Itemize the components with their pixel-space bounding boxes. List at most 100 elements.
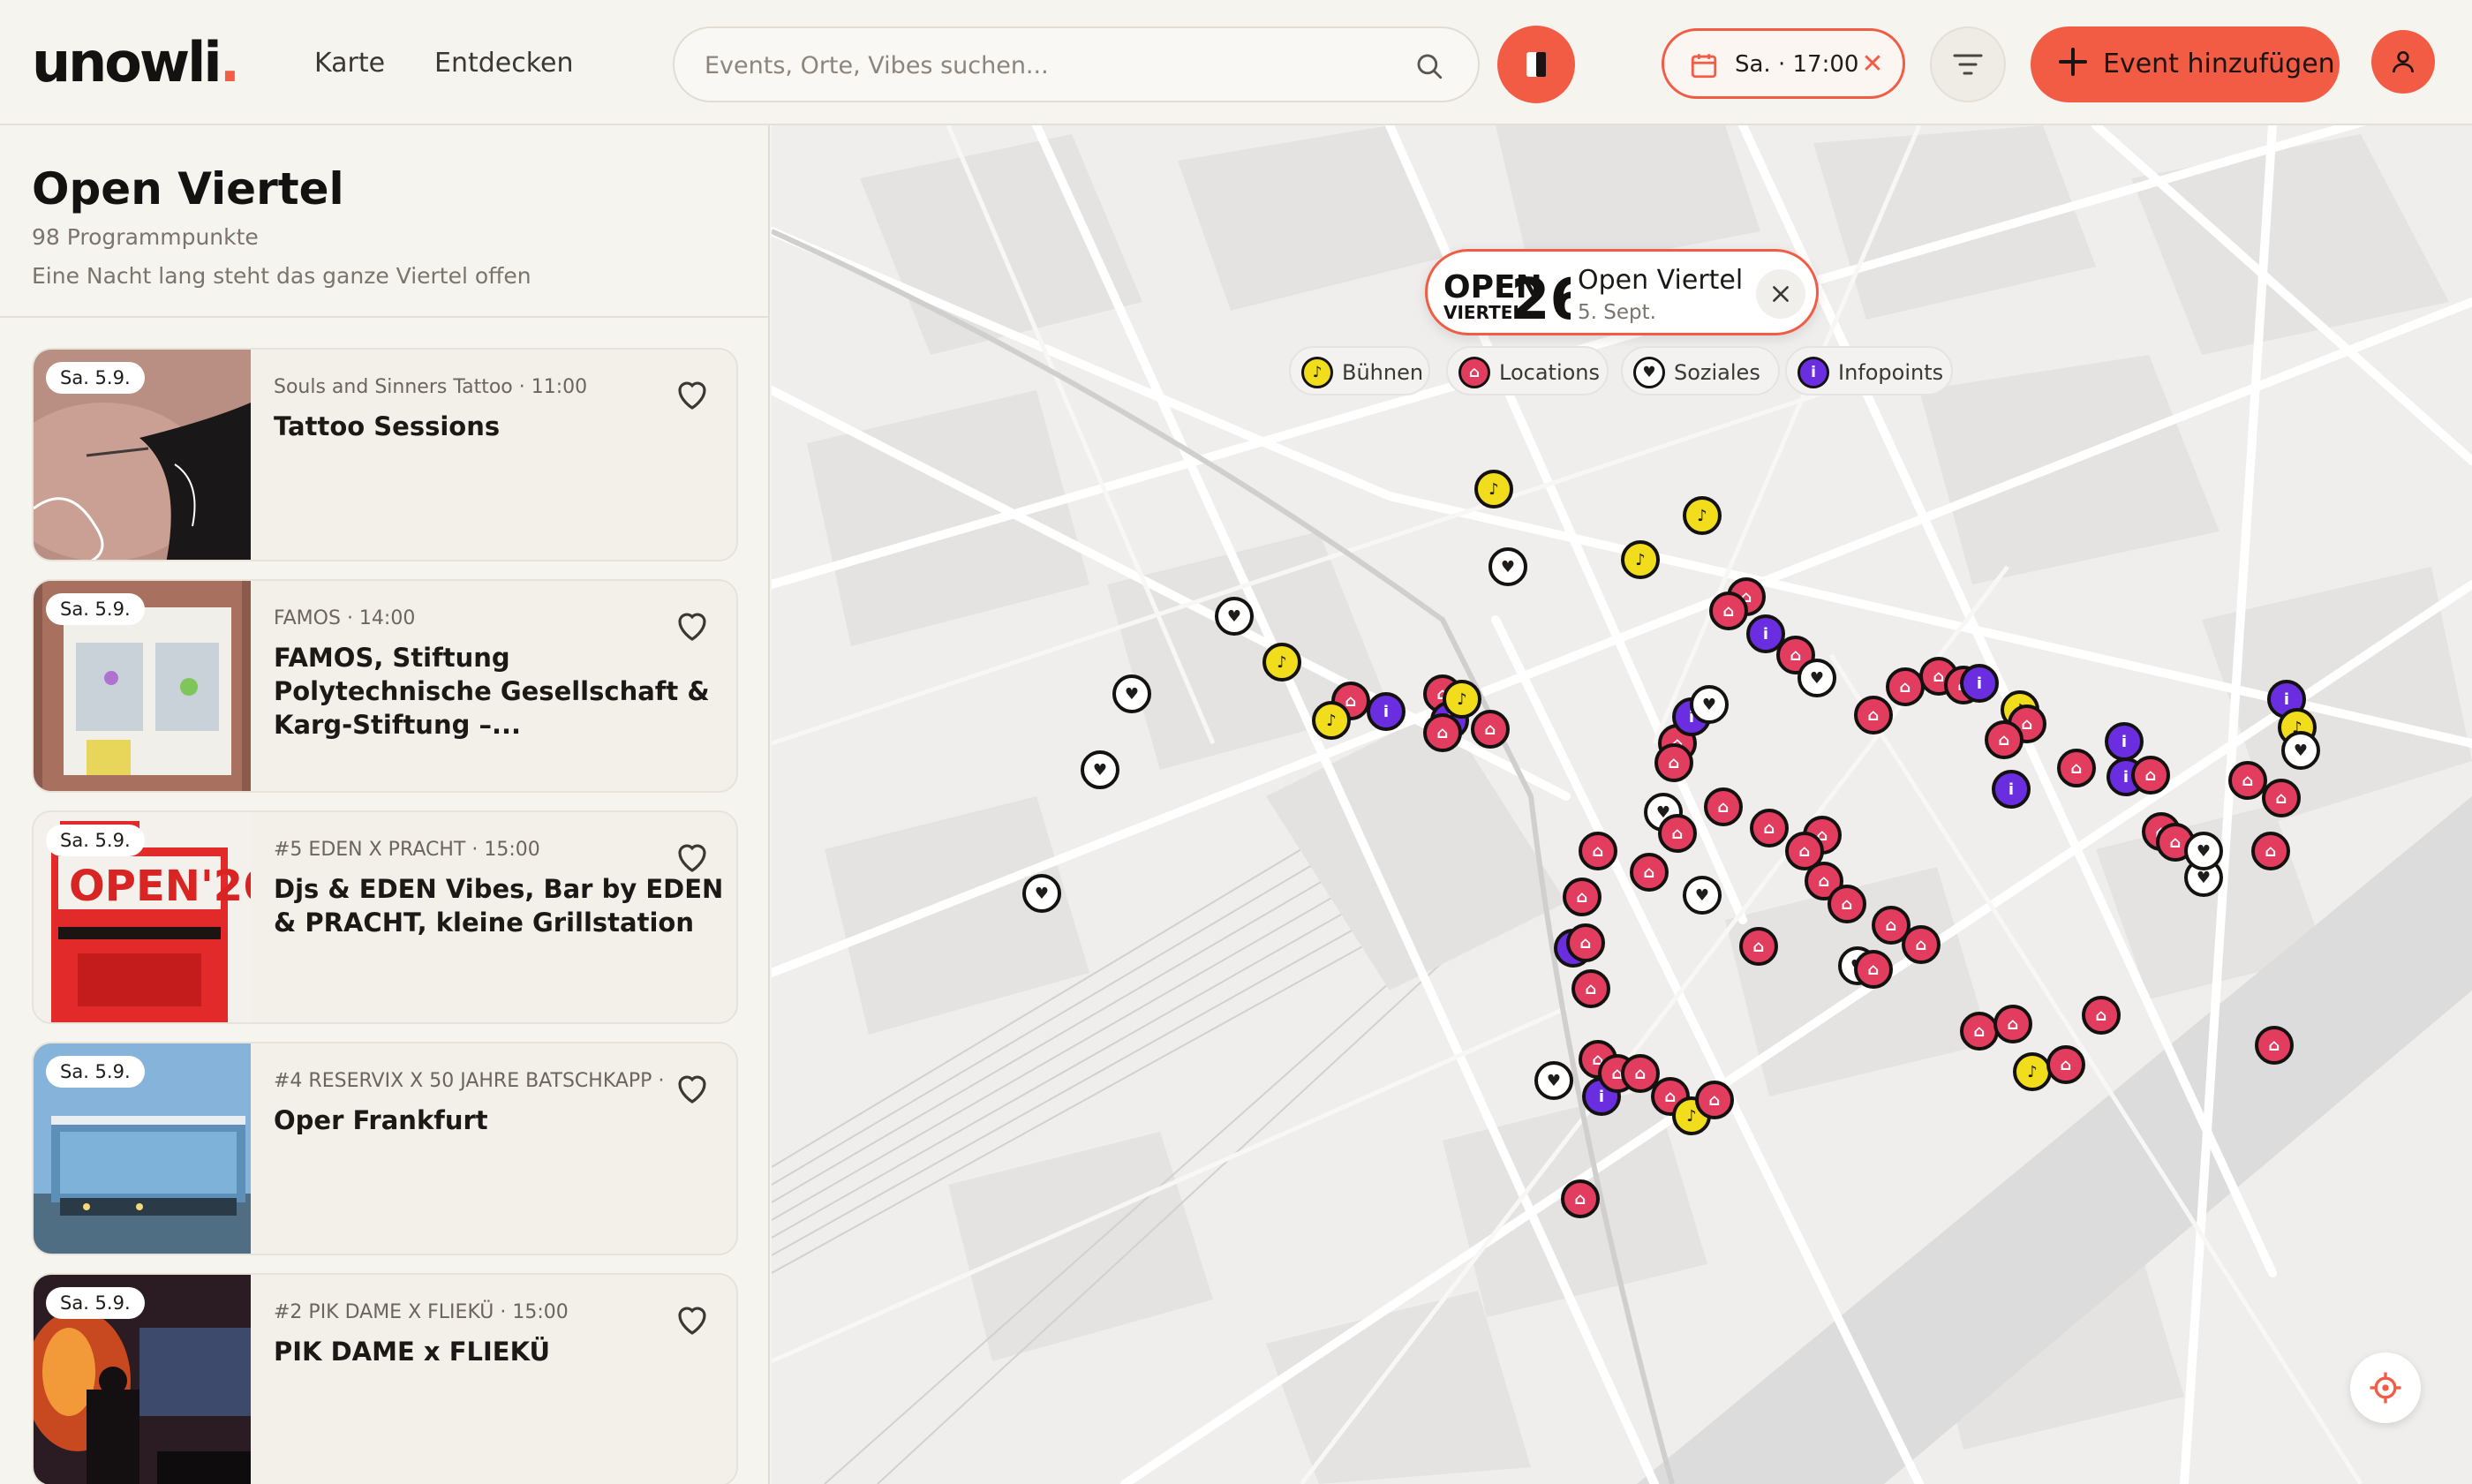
date-filter-chip[interactable]: Sa. · 17:00 ✕ <box>1662 28 1905 99</box>
location-marker[interactable]: ⌂ <box>1854 950 1893 989</box>
map-view[interactable]: ♪ ♪ ⌂ ⌂ i ⌂ ♥ ⌂ ⌂ ⌂ ⌂ i ♪ ⌂ ⌂ i ⌂ i ♪ ♥ … <box>772 125 2472 1484</box>
location-marker[interactable]: ⌂ <box>1695 1081 1734 1119</box>
location-marker[interactable]: ⌂ <box>2255 1026 2294 1065</box>
event-card[interactable]: OPEN'26 Sa. 5.9. #5 EDEN X PRACHT · 15:0… <box>32 810 738 1024</box>
stage-marker[interactable]: ♪ <box>2013 1052 2052 1091</box>
location-marker[interactable]: ⌂ <box>1471 710 1510 749</box>
location-marker[interactable]: ⌂ <box>1985 720 2024 759</box>
location-marker[interactable]: ⌂ <box>2251 832 2290 870</box>
location-marker[interactable]: ⌂ <box>1630 853 1669 892</box>
legend-buehnen[interactable]: ♪ Bühnen <box>1289 346 1430 395</box>
stage-marker[interactable]: ♪ <box>1262 643 1301 682</box>
user-account-button[interactable] <box>2371 30 2435 94</box>
social-marker[interactable]: ♥ <box>1112 674 1151 713</box>
panel-description: Eine Nacht lang steht das ganze Viertel … <box>32 263 531 289</box>
event-overlay-card[interactable]: OPEN VIERTEL 26 Open Viertel 5. Sept. <box>1425 249 1819 335</box>
social-marker[interactable]: ♥ <box>1534 1061 1573 1100</box>
heart-icon[interactable] <box>671 1298 713 1340</box>
infopoint-marker[interactable]: i <box>2105 722 2144 761</box>
date-badge: Sa. 5.9. <box>46 1056 145 1088</box>
infopoint-marker[interactable]: i <box>1367 692 1406 731</box>
toggle-icon <box>1526 52 1546 77</box>
location-marker[interactable]: ⌂ <box>2262 779 2301 817</box>
social-marker[interactable]: ♥ <box>1022 874 1061 913</box>
social-marker[interactable]: ♥ <box>1488 547 1527 586</box>
location-marker[interactable]: ⌂ <box>1828 885 1866 923</box>
event-meta: FAMOS · 14:00 <box>274 607 416 629</box>
social-marker[interactable]: ♥ <box>1683 876 1722 915</box>
stage-marker[interactable]: ♪ <box>1312 701 1351 740</box>
location-marker[interactable]: ⌂ <box>2046 1045 2085 1084</box>
location-marker[interactable]: ⌂ <box>1750 809 1789 847</box>
event-card[interactable]: Sa. 5.9. #4 RESERVIX X 50 JAHRE BATSCHKA… <box>32 1042 738 1255</box>
infopoint-marker[interactable]: i <box>1992 770 2031 809</box>
social-marker[interactable]: ♥ <box>1215 597 1254 636</box>
crosshair-icon <box>2370 1372 2401 1404</box>
locate-me-button[interactable] <box>2350 1352 2421 1423</box>
social-marker[interactable]: ♥ <box>1797 659 1836 697</box>
location-marker[interactable]: ⌂ <box>1658 814 1697 853</box>
social-marker[interactable]: ♥ <box>1690 685 1729 724</box>
close-icon <box>1773 286 1789 302</box>
event-card[interactable]: Sa. 5.9. FAMOS · 14:00 FAMOS, Stiftung P… <box>32 579 738 793</box>
panel-title: Open Viertel <box>32 163 344 215</box>
legend-infopoints[interactable]: i Infopoints <box>1785 346 1953 395</box>
date-badge: Sa. 5.9. <box>46 1287 145 1319</box>
stage-marker[interactable]: ♪ <box>1683 496 1722 535</box>
event-card[interactable]: Sa. 5.9. Souls and Sinners Tattoo · 11:0… <box>32 348 738 561</box>
app-logo[interactable]: unowli. <box>32 32 240 94</box>
event-meta: #4 RESERVIX X 50 JAHRE BATSCHKAPP · 1! <box>274 1070 671 1092</box>
location-marker[interactable]: ⌂ <box>2057 749 2096 787</box>
view-toggle-button[interactable] <box>1497 26 1575 103</box>
location-marker[interactable]: ⌂ <box>1561 1179 1600 1218</box>
social-marker[interactable]: ♥ <box>2281 731 2320 770</box>
location-marker[interactable]: ⌂ <box>1960 1012 1999 1051</box>
location-marker[interactable]: ⌂ <box>2131 756 2170 795</box>
date-badge: Sa. 5.9. <box>46 593 145 625</box>
location-marker[interactable]: ⌂ <box>1704 787 1743 826</box>
location-marker[interactable]: ⌂ <box>1993 1005 2032 1043</box>
heart-icon[interactable] <box>671 373 713 415</box>
location-marker[interactable]: ⌂ <box>1739 927 1778 966</box>
heart-icon[interactable] <box>671 1066 713 1109</box>
location-marker[interactable]: ⌂ <box>1709 591 1748 630</box>
event-meta: #5 EDEN X PRACHT · 15:00 <box>274 839 540 861</box>
house-icon: ⌂ <box>1458 357 1490 388</box>
search-bar <box>673 26 1480 102</box>
location-marker[interactable]: ⌂ <box>1566 923 1605 962</box>
stage-marker[interactable]: ♪ <box>1443 680 1481 719</box>
nav-entdecken[interactable]: Entdecken <box>434 46 574 81</box>
heart-icon[interactable] <box>671 604 713 646</box>
location-marker[interactable]: ⌂ <box>1854 696 1893 734</box>
search-input[interactable] <box>705 48 1375 83</box>
clear-date-icon[interactable]: ✕ <box>1857 47 1888 82</box>
location-marker[interactable]: ⌂ <box>1902 925 1941 964</box>
social-marker[interactable]: ♥ <box>1081 750 1119 789</box>
add-event-button[interactable]: Event hinzufügen <box>2031 26 2340 102</box>
date-filter-label: Sa. · 17:00 <box>1735 51 1859 78</box>
infopoint-marker[interactable]: i <box>1960 664 1999 703</box>
legend-soziales[interactable]: ♥ Soziales <box>1621 346 1780 395</box>
location-marker[interactable]: ⌂ <box>2082 996 2121 1035</box>
divider <box>0 316 768 318</box>
search-icon[interactable] <box>1414 51 1444 81</box>
music-note-icon: ♪ <box>1301 357 1333 388</box>
location-marker[interactable]: ⌂ <box>1579 832 1617 870</box>
stage-marker[interactable]: ♪ <box>1474 470 1513 508</box>
close-overlay-button[interactable] <box>1756 269 1805 319</box>
event-title: Djs & EDEN Vibes, Bar by EDEN & PRACHT, … <box>274 874 724 938</box>
event-card[interactable]: Sa. 5.9. #2 PIK DAME X FLIEKÜ · 15:00 PI… <box>32 1273 738 1484</box>
location-marker[interactable]: ⌂ <box>1654 743 1693 782</box>
location-marker[interactable]: ⌂ <box>1563 878 1602 916</box>
legend-locations[interactable]: ⌂ Locations <box>1446 346 1609 395</box>
event-meta: Souls and Sinners Tattoo · 11:00 <box>274 376 588 398</box>
filter-button[interactable] <box>1930 26 2006 102</box>
location-marker[interactable]: ⌂ <box>1571 969 1610 1008</box>
event-list-panel: Open Viertel 98 Programmpunkte Eine Nach… <box>0 125 770 1484</box>
heart-icon[interactable] <box>671 835 713 878</box>
nav-karte[interactable]: Karte <box>314 46 385 81</box>
social-marker[interactable]: ♥ <box>2184 832 2223 870</box>
stage-marker[interactable]: ♪ <box>1621 540 1660 579</box>
heart-icon: ♥ <box>1633 357 1665 388</box>
location-marker[interactable]: ⌂ <box>1423 713 1462 752</box>
